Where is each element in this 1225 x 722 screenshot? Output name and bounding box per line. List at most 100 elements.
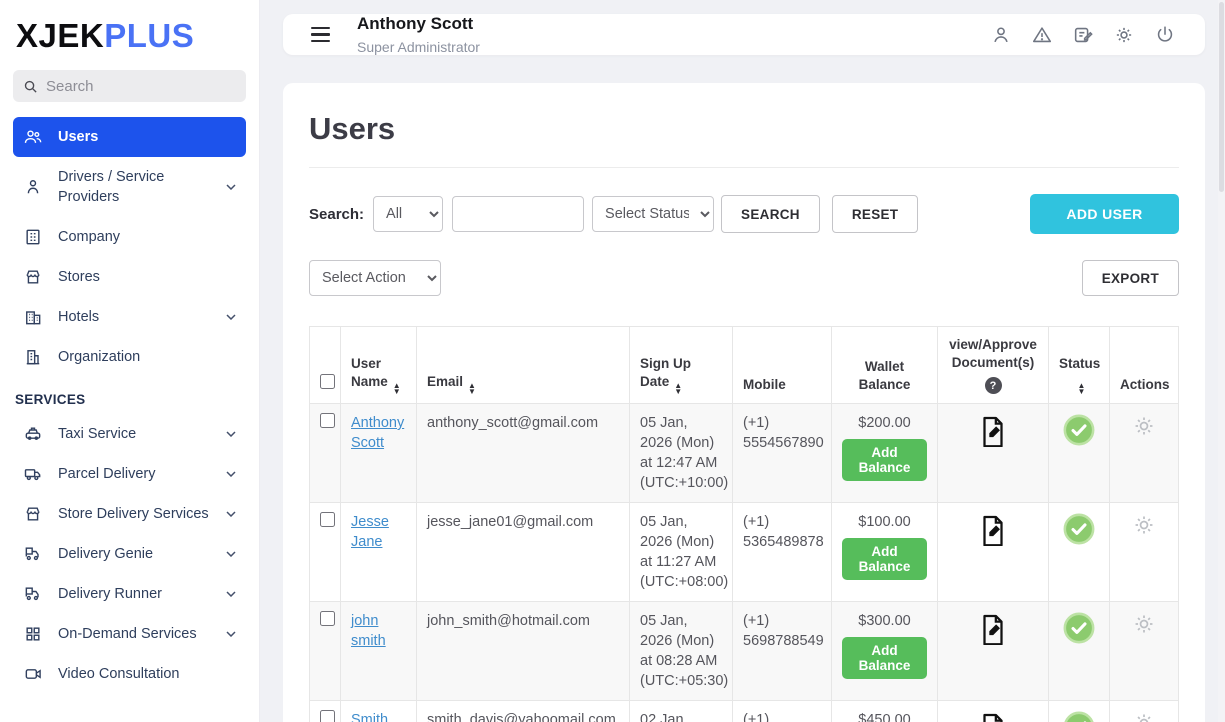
column-status[interactable]: Status▲▼ [1049,327,1110,404]
wallet-balance: $300.00 [842,611,927,631]
row-checkbox[interactable] [320,512,335,527]
row-checkbox[interactable] [320,413,335,428]
reset-button[interactable]: RESET [832,195,919,233]
users-table: User Name▲▼ Email▲▼ Sign Up Date▲▼ Mobil… [309,326,1179,722]
sidebar-item-label: Delivery Runner [58,584,211,604]
compose-icon[interactable] [1071,23,1095,47]
sidebar-item-store-delivery-services[interactable]: Store Delivery Services [13,494,246,534]
search-button[interactable]: SEARCH [721,195,820,233]
user-name-link[interactable]: Jesse Jane [351,514,389,550]
search-icon [23,79,38,94]
status-active-icon[interactable] [1062,413,1096,447]
user-icon[interactable] [989,23,1013,47]
sidebar-item-video-consultation[interactable]: Video Consultation [13,654,246,694]
column-user-name[interactable]: User Name▲▼ [341,327,417,404]
sidebar-item-delivery-genie[interactable]: Delivery Genie [13,534,246,574]
sidebar-item-parcel-delivery[interactable]: Parcel Delivery [13,454,246,494]
wallet-balance: $100.00 [842,512,927,532]
power-icon[interactable] [1153,23,1177,47]
driver-icon [23,177,43,197]
sidebar-item-label: Drivers / Service Providers [58,167,211,207]
mobile: (+1) 5554567890 [733,404,832,503]
user-name-link[interactable]: Anthony Scott [351,415,404,451]
signup-date: 02 Jan, 2026 (Fri) [630,701,733,722]
view-document-icon[interactable] [976,611,1010,645]
view-document-icon[interactable] [976,512,1010,546]
alert-triangle-icon[interactable] [1030,23,1054,47]
status-active-icon[interactable] [1062,512,1096,546]
main-area: Anthony Scott Super Administrator Users [260,0,1225,722]
sidebar-item-taxi-service[interactable]: Taxi Service [13,414,246,454]
sidebar-item-label: On-Demand Services [58,624,211,644]
sidebar-search-input[interactable] [46,78,236,95]
bulk-action-select[interactable]: Select Action [309,260,441,296]
sidebar: XJEKPLUS Users Drivers / Service Provide… [0,0,260,722]
settings-icon[interactable] [1112,23,1136,47]
taxi-icon [23,424,43,444]
add-balance-button[interactable]: Add Balance [842,538,927,580]
row-actions-gear-icon[interactable] [1131,512,1157,538]
sidebar-item-hotels[interactable]: Hotels [13,297,246,337]
hamburger-menu-icon[interactable] [311,27,330,42]
row-checkbox[interactable] [320,611,335,626]
wallet-cell: $100.00 Add Balance [832,503,938,602]
sidebar-item-users[interactable]: Users [13,117,246,157]
sidebar-item-label: Video Consultation [58,664,236,684]
add-user-button[interactable]: ADD USER [1030,194,1179,234]
column-email[interactable]: Email▲▼ [417,327,630,404]
add-balance-button[interactable]: Add Balance [842,439,927,481]
sort-icon: ▲▼ [674,383,682,394]
view-document-icon[interactable] [976,413,1010,447]
sort-icon: ▲▼ [393,383,401,394]
wallet-balance: $200.00 [842,413,927,433]
search-keyword-input[interactable] [452,196,584,232]
signup-date: 05 Jan, 2026 (Mon) at 08:28 AM (UTC:+05:… [630,602,733,701]
sort-icon: ▲▼ [1078,383,1086,394]
status-active-icon[interactable] [1062,710,1096,722]
sidebar-search[interactable] [13,70,246,102]
chevron-down-icon [226,551,236,557]
sidebar-item-delivery-runner[interactable]: Delivery Runner [13,574,246,614]
page-scrollbar[interactable] [1218,0,1225,722]
filter-controls: Search: All Select Status SEARCH RESET A… [309,194,1179,234]
column-mobile: Mobile [733,327,832,404]
column-actions: Actions [1110,327,1179,404]
chevron-down-icon [226,511,236,517]
row-actions-gear-icon[interactable] [1131,710,1157,722]
sidebar-item-organization[interactable]: Organization [13,337,246,377]
user-email: john_smith@hotmail.com [417,602,630,701]
status-select[interactable]: Select Status [592,196,714,232]
sidebar-item-on-demand-services[interactable]: On-Demand Services [13,614,246,654]
search-field-select[interactable]: All [373,196,443,232]
sidebar-item-label: Users [58,127,236,147]
current-user-role: Super Administrator [357,39,480,55]
chevron-down-icon [226,314,236,320]
store-icon [23,267,43,287]
topbar: Anthony Scott Super Administrator [283,14,1205,55]
export-button[interactable]: EXPORT [1082,260,1179,296]
row-actions-gear-icon[interactable] [1131,413,1157,439]
wallet-cell: $300.00 Add Balance [832,602,938,701]
row-actions-gear-icon[interactable] [1131,611,1157,637]
help-icon[interactable]: ? [985,377,1002,394]
user-email: jesse_jane01@gmail.com [417,503,630,602]
user-email: anthony_scott@gmail.com [417,404,630,503]
sidebar-item-company[interactable]: Company [13,217,246,257]
mobile: (+1) 5698788549 [733,602,832,701]
row-checkbox[interactable] [320,710,335,722]
table-row: Jesse Jane jesse_jane01@gmail.com 05 Jan… [310,503,1179,602]
select-all-checkbox[interactable] [320,374,335,389]
sidebar-item-stores[interactable]: Stores [13,257,246,297]
status-active-icon[interactable] [1062,611,1096,645]
user-name-link[interactable]: john smith [351,613,386,649]
view-document-icon[interactable] [976,710,1010,722]
column-signup-date[interactable]: Sign Up Date▲▼ [630,327,733,404]
user-email: smith_davis@yahoomail.com [417,701,630,722]
sidebar-item-drivers[interactable]: Drivers / Service Providers [13,157,246,217]
user-name-link[interactable]: Smith Davis [351,712,388,722]
app-logo: XJEKPLUS [13,0,246,70]
video-icon [23,664,43,684]
organization-icon [23,347,43,367]
add-balance-button[interactable]: Add Balance [842,637,927,679]
scrollbar-thumb[interactable] [1219,2,1224,192]
